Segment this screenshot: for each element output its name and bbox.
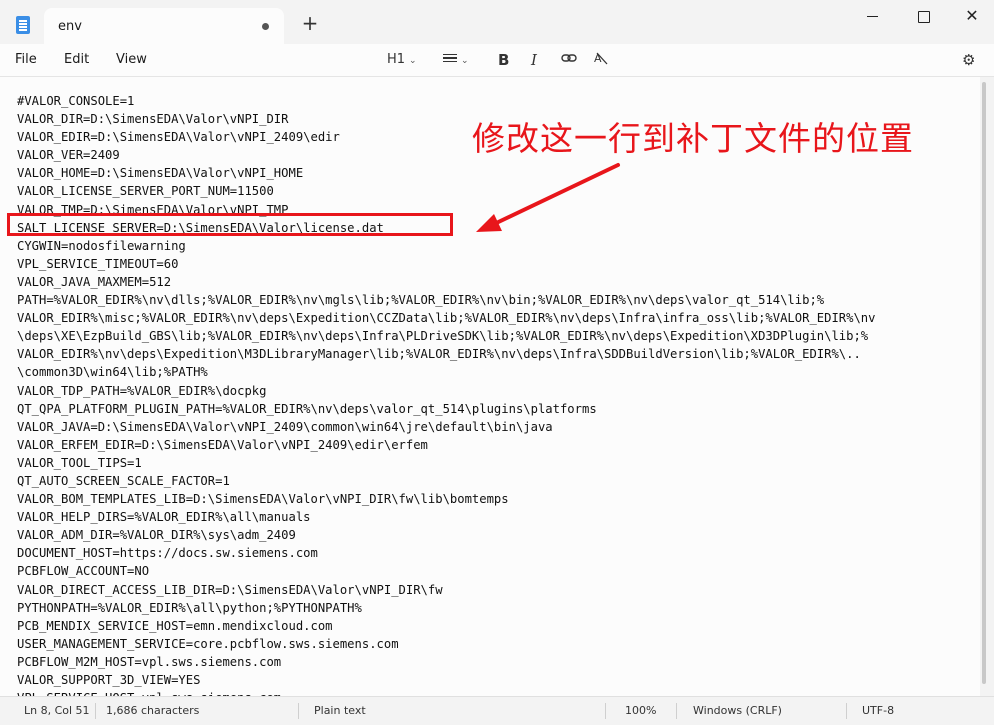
- line-ending[interactable]: Windows (CRLF): [693, 704, 782, 717]
- notepad-icon: [16, 16, 30, 34]
- zoom-level[interactable]: 100%: [625, 704, 656, 717]
- editor-line[interactable]: QT_AUTO_SCREEN_SCALE_FACTOR=1: [17, 472, 876, 490]
- bold-button[interactable]: B: [498, 50, 509, 70]
- clear-formatting-icon: A: [594, 52, 608, 65]
- close-button[interactable]: ✕: [954, 6, 990, 26]
- heading-label: H1: [387, 52, 406, 67]
- editor-line[interactable]: \common3D\win64\lib;%PATH%: [17, 363, 876, 381]
- annotation-text: 修改这一行到补丁文件的位置: [472, 119, 914, 158]
- list-dropdown[interactable]: ⌄: [443, 50, 469, 70]
- encoding[interactable]: UTF-8: [862, 704, 894, 717]
- status-divider: [846, 703, 847, 719]
- menu-bar: File Edit View H1 ⌄ ⌄ B I A ⚙: [0, 44, 994, 77]
- editor-line[interactable]: VALOR_TDP_PATH=%VALOR_EDIR%\docpkg: [17, 382, 876, 400]
- editor-line[interactable]: VPL_SERVICE_HOST=vpl.sws.siemens.com: [17, 689, 876, 696]
- list-icon: [443, 52, 457, 65]
- editor-line[interactable]: \deps\XE\EzpBuild_GBS\lib;%VALOR_EDIR%\n…: [17, 327, 876, 345]
- editor-line[interactable]: PYTHONPATH=%VALOR_EDIR%\all\python;%PYTH…: [17, 599, 876, 617]
- chevron-down-icon: ⌄: [409, 56, 417, 66]
- minimize-button[interactable]: [854, 6, 890, 26]
- maximize-button[interactable]: [906, 6, 942, 26]
- editor-line[interactable]: VALOR_EDIR%\misc;%VALOR_EDIR%\nv\deps\Ex…: [17, 309, 876, 327]
- editor-content[interactable]: #VALOR_CONSOLE=1 VALOR_DIR=D:\SimensEDA\V…: [17, 92, 876, 696]
- editor-line[interactable]: VALOR_ADM_DIR=%VALOR_DIR%\sys\adm_2409: [17, 526, 876, 544]
- link-button[interactable]: [561, 50, 577, 70]
- unsaved-indicator-icon[interactable]: [262, 23, 269, 30]
- chevron-down-icon: ⌄: [461, 56, 469, 66]
- menu-file[interactable]: File: [15, 52, 37, 67]
- editor-line[interactable]: VALOR_TOOL_TIPS=1: [17, 454, 876, 472]
- tab-env[interactable]: env: [44, 8, 284, 44]
- editor-line[interactable]: VALOR_JAVA=D:\SimensEDA\Valor\vNPI_2409\…: [17, 418, 876, 436]
- menu-view[interactable]: View: [116, 52, 147, 67]
- status-divider: [605, 703, 606, 719]
- editor-line[interactable]: USER_MANAGEMENT_SERVICE=core.pcbflow.sws…: [17, 635, 876, 653]
- cursor-position: Ln 8, Col 51: [24, 704, 90, 717]
- editor-line[interactable]: #VALOR_CONSOLE=1: [17, 92, 876, 110]
- tab-title: env: [58, 19, 82, 34]
- heading-dropdown[interactable]: H1 ⌄: [387, 50, 417, 70]
- minimize-icon: [866, 16, 878, 17]
- gear-icon: ⚙: [962, 51, 976, 69]
- editor-line[interactable]: PCBFLOW_ACCOUNT=NO: [17, 562, 876, 580]
- text-format[interactable]: Plain text: [314, 704, 366, 717]
- menu-edit[interactable]: Edit: [64, 52, 89, 67]
- character-count: 1,686 characters: [106, 704, 200, 717]
- editor-line[interactable]: VALOR_HELP_DIRS=%VALOR_EDIR%\all\manuals: [17, 508, 876, 526]
- status-divider: [95, 703, 96, 719]
- highlight-box: [7, 213, 453, 236]
- vertical-scrollbar[interactable]: [982, 82, 986, 684]
- editor-line[interactable]: DOCUMENT_HOST=https://docs.sw.siemens.co…: [17, 544, 876, 562]
- editor-line[interactable]: PATH=%VALOR_EDIR%\nv\dlls;%VALOR_EDIR%\n…: [17, 291, 876, 309]
- editor-line[interactable]: VALOR_LICENSE_SERVER_PORT_NUM=11500: [17, 182, 876, 200]
- editor-line[interactable]: VALOR_ERFEM_EDIR=D:\SimensEDA\Valor\vNPI…: [17, 436, 876, 454]
- maximize-icon: [918, 10, 930, 23]
- status-divider: [676, 703, 677, 719]
- editor-line[interactable]: VALOR_HOME=D:\SimensEDA\Valor\vNPI_HOME: [17, 164, 876, 182]
- link-icon: [561, 54, 577, 62]
- settings-button[interactable]: ⚙: [962, 50, 975, 70]
- editor-line[interactable]: VALOR_BOM_TEMPLATES_LIB=D:\SimensEDA\Val…: [17, 490, 876, 508]
- editor-line[interactable]: CYGWIN=nodosfilewarning: [17, 237, 876, 255]
- editor-line[interactable]: PCB_MENDIX_SERVICE_HOST=emn.mendixcloud.…: [17, 617, 876, 635]
- text-editor[interactable]: #VALOR_CONSOLE=1 VALOR_DIR=D:\SimensEDA\V…: [0, 77, 980, 696]
- italic-button[interactable]: I: [531, 50, 537, 70]
- status-bar: Ln 8, Col 51 1,686 characters Plain text…: [0, 696, 994, 725]
- editor-line[interactable]: VALOR_SUPPORT_3D_VIEW=YES: [17, 671, 876, 689]
- editor-line[interactable]: QT_QPA_PLATFORM_PLUGIN_PATH=%VALOR_EDIR%…: [17, 400, 876, 418]
- editor-line[interactable]: VALOR_DIRECT_ACCESS_LIB_DIR=D:\SimensEDA…: [17, 581, 876, 599]
- title-bar: env + ✕: [0, 0, 994, 44]
- new-tab-button[interactable]: +: [298, 12, 322, 36]
- status-divider: [298, 703, 299, 719]
- clear-formatting-button[interactable]: A: [593, 50, 609, 70]
- editor-line[interactable]: VALOR_JAVA_MAXMEM=512: [17, 273, 876, 291]
- editor-line[interactable]: VPL_SERVICE_TIMEOUT=60: [17, 255, 876, 273]
- editor-line[interactable]: VALOR_EDIR%\nv\deps\Expedition\M3DLibrar…: [17, 345, 876, 363]
- editor-line[interactable]: PCBFLOW_M2M_HOST=vpl.sws.siemens.com: [17, 653, 876, 671]
